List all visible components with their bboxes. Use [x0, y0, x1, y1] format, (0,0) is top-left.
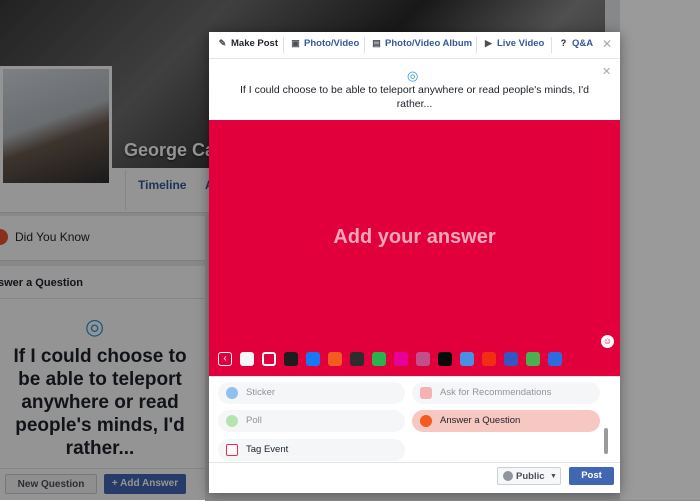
background-swatches — [218, 352, 598, 368]
composer-tabs: ✎ Make Post ▣ Photo/Video ▤ Photo/Video Alb… — [209, 32, 620, 59]
overlay-right — [620, 0, 700, 500]
background-swatch[interactable] — [460, 352, 474, 366]
sticker-icon — [226, 387, 238, 399]
close-icon[interactable]: ✕ — [602, 37, 612, 51]
recommendations-icon — [420, 387, 432, 399]
close-question-icon[interactable]: ✕ — [602, 65, 611, 78]
option-sticker[interactable]: Sticker — [218, 382, 405, 404]
option-ask-recommendations[interactable]: Ask for Recommendations — [412, 382, 600, 404]
tab-qa[interactable]: ? Q&A — [558, 38, 593, 49]
composer-dialog: ✎ Make Post ▣ Photo/Video ▤ Photo/Video Alb… — [209, 32, 620, 493]
calendar-icon — [226, 444, 238, 456]
background-swatch[interactable] — [306, 352, 320, 366]
tab-divider — [476, 37, 477, 53]
background-swatch[interactable] — [416, 352, 430, 366]
post-button[interactable]: Post — [569, 467, 614, 485]
tab-make-post[interactable]: ✎ Make Post — [217, 38, 278, 49]
background-swatch[interactable] — [372, 352, 386, 366]
background-swatch[interactable] — [482, 352, 496, 366]
background-swatch[interactable] — [526, 352, 540, 366]
option-answer-question[interactable]: Answer a Question — [412, 410, 600, 432]
tab-photo-video-album[interactable]: ▤ Photo/Video Album — [371, 38, 472, 49]
pencil-icon: ✎ — [218, 38, 227, 48]
tab-divider — [283, 37, 284, 53]
caret-down-icon: ▼ — [550, 473, 557, 480]
globe-icon — [503, 471, 513, 481]
privacy-selector[interactable]: Public ▼ — [497, 467, 561, 485]
answer-icon — [420, 415, 432, 427]
background-swatch[interactable] — [504, 352, 518, 366]
poll-icon — [226, 415, 238, 427]
background-swatch[interactable] — [328, 352, 342, 366]
album-icon: ▤ — [372, 38, 381, 48]
background-swatch[interactable] — [262, 352, 276, 366]
option-tag-event[interactable]: Tag Event — [218, 439, 405, 461]
question-text: If I could choose to be able to teleport… — [240, 84, 589, 110]
tab-photo-video[interactable]: ▣ Photo/Video — [290, 38, 359, 49]
background-swatch[interactable] — [548, 352, 562, 366]
camera-icon: ▣ — [291, 38, 300, 48]
answer-placeholder[interactable]: Add your answer — [209, 226, 620, 249]
option-poll[interactable]: Poll — [218, 410, 405, 432]
video-icon: ▶ — [485, 38, 492, 48]
background-swatch[interactable] — [438, 352, 452, 366]
emoji-icon[interactable]: ☺ — [601, 335, 614, 348]
background-swatch[interactable] — [284, 352, 298, 366]
background-swatch[interactable] — [394, 352, 408, 366]
background-swatch[interactable] — [350, 352, 364, 366]
spiral-icon: ◎ — [407, 68, 419, 83]
options-scrollbar[interactable] — [604, 428, 608, 454]
background-swatch[interactable] — [240, 352, 254, 366]
tab-divider — [364, 37, 365, 53]
tab-divider — [551, 37, 552, 53]
tab-live-video[interactable]: ▶ Live Video — [483, 38, 544, 49]
question-icon: ? — [560, 38, 567, 48]
